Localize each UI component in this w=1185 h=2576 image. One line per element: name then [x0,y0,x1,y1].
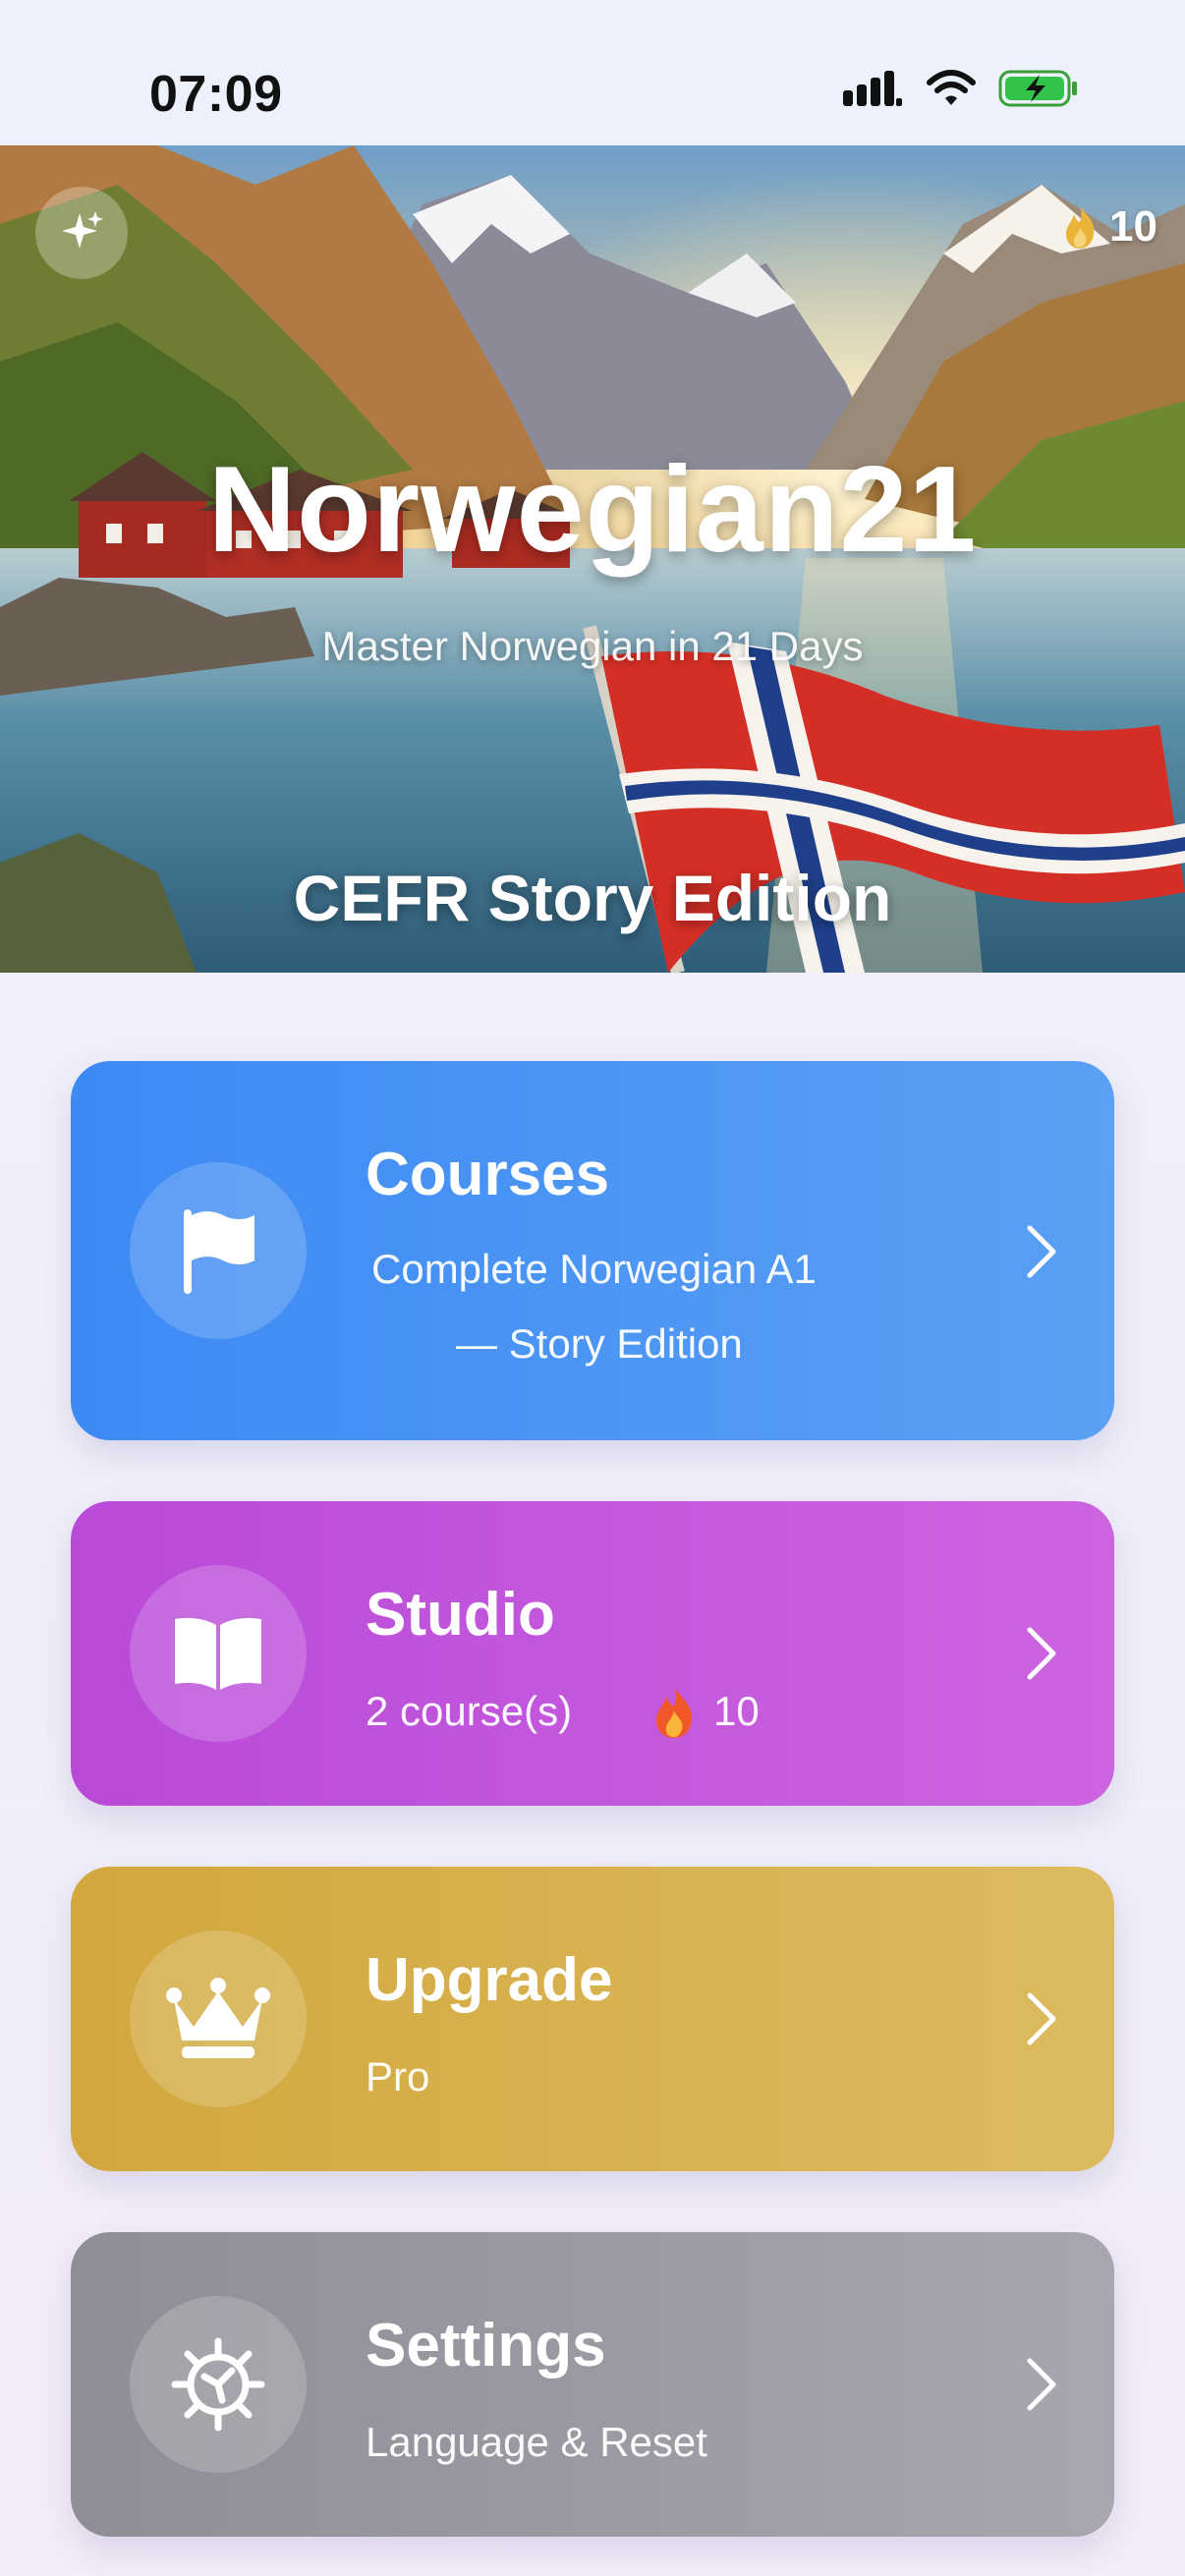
flag-icon [184,1209,254,1294]
hero-banner: 10 Norwegian21 Master Norwegian in 21 Da… [0,145,1185,973]
courses-subtitle-line1: Complete Norwegian A1 [371,1246,817,1292]
studio-card[interactable]: Studio 2 course(s) 10 [71,1501,1114,1806]
upgrade-card[interactable]: Upgrade Pro [71,1867,1114,2171]
status-icons [843,69,1079,108]
streak-count: 10 [1109,202,1157,251]
wifi-icon [927,70,976,105]
status-time: 07:09 [149,66,283,123]
crown-icon [166,1978,270,2058]
upgrade-icon-circle [130,1931,307,2107]
cellular-signal-icon [843,71,902,106]
courses-title: Courses [366,1141,610,1208]
settings-card[interactable]: Settings Language & Reset [71,2232,1114,2537]
status-bar: 07:09 [0,0,1185,145]
chevron-right-icon [1027,2358,1056,2411]
chevron-right-icon [1027,1627,1056,1680]
battery-charging-icon [998,70,1077,107]
sparkles-icon [62,211,103,249]
app-subtitle: Master Norwegian in 21 Days [321,623,864,669]
upgrade-title: Upgrade [366,1946,613,2014]
studio-streak: 10 [713,1688,760,1734]
flame-icon [1066,206,1095,249]
courses-card[interactable]: Courses Complete Norwegian A1 — Story Ed… [71,1061,1114,1440]
edition-label: CEFR Story Edition [293,862,892,934]
chevron-right-icon [1027,1992,1056,2045]
gear-icon [171,2337,265,2432]
studio-course-count: 2 course(s) [366,1688,573,1734]
streak-badge[interactable]: 10 [1062,202,1157,252]
upgrade-subtitle: Pro [366,2053,430,2100]
chevron-right-icon [1027,1225,1056,1278]
studio-title: Studio [366,1581,555,1649]
magic-button[interactable] [35,187,128,279]
settings-title: Settings [366,2312,606,2380]
book-icon [175,1617,261,1690]
settings-subtitle: Language & Reset [366,2419,707,2465]
fire-icon [655,1688,693,1738]
app-title: Norwegian21 [207,442,978,578]
studio-icon-circle [130,1565,307,1742]
courses-subtitle-line2: — Story Edition [456,1320,743,1367]
settings-icon-circle [130,2296,307,2473]
courses-icon-circle [130,1162,307,1339]
